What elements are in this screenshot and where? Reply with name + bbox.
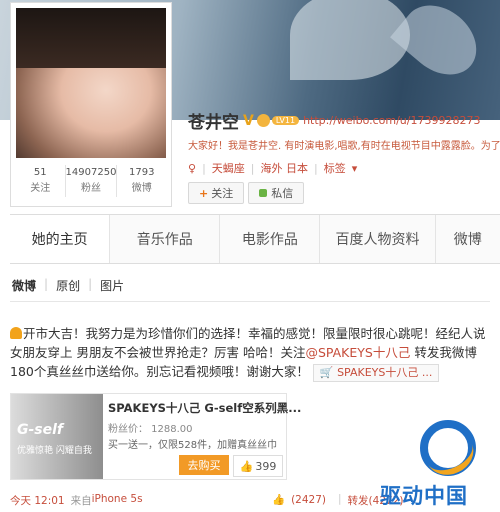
filter-pictures[interactable]: 图片 <box>100 277 124 294</box>
tab-movies[interactable]: 电影作品 <box>220 215 321 263</box>
product-image-title: G-self <box>17 422 64 438</box>
mention-link[interactable]: @SPAKEYS十八己 <box>305 345 410 360</box>
separator: | <box>202 161 206 175</box>
plus-icon: + <box>199 186 209 200</box>
tab-weibo[interactable]: 微博 <box>436 215 500 263</box>
post-time[interactable]: 今天 12:01 <box>10 493 65 508</box>
tab-baidu-profile[interactable]: 百度人物资料 <box>320 215 436 263</box>
product-card[interactable]: G-self 优雅惊艳 闪耀自我 SPAKEYS十八己 G-self空系列黑..… <box>10 393 301 480</box>
stat-label: 粉丝 <box>81 183 101 194</box>
cart-icon: 🛒 <box>319 366 338 379</box>
thumbs-up-icon: 👍 <box>239 459 254 473</box>
filter-original[interactable]: 原创 <box>56 277 80 294</box>
separator: | <box>88 277 93 291</box>
tab-home[interactable]: 她的主页 <box>10 215 111 263</box>
stat-fans[interactable]: 14907250 粉丝 <box>66 165 118 197</box>
product-title[interactable]: SPAKEYS十八己 G-self空系列黑... <box>108 400 301 416</box>
profile-tabs: 她的主页 音乐作品 电影作品 百度人物资料 微博 <box>10 214 500 264</box>
profile-actions: + 关注 私信 <box>188 182 308 204</box>
bell-icon <box>10 327 22 339</box>
profile-card: 51 关注 14907250 粉丝 1793 微博 <box>10 2 172 207</box>
separator: | <box>338 493 342 505</box>
stat-weibo[interactable]: 1793 微博 <box>117 165 166 197</box>
profile-name: 苍井空 <box>188 113 239 133</box>
post-like-button[interactable]: 👍 (2427) <box>272 493 332 508</box>
like-button[interactable]: 👍 399 <box>233 455 283 477</box>
tag-labels[interactable]: 标签 <box>324 160 346 176</box>
separator: | <box>314 161 318 175</box>
post-text: 开市大吉！我努力是为珍惜你们的选择！幸福的感觉！限量限时很心跳呢！经纪人说 女朋… <box>10 324 490 382</box>
product-link[interactable]: 🛒 SPAKEYS十八己 ... <box>312 364 440 382</box>
stat-value: 51 <box>33 167 47 178</box>
product-image-subtitle: 优雅惊艳 闪耀自我 <box>17 446 92 456</box>
female-icon: ♀ <box>188 161 197 175</box>
follow-button[interactable]: + 关注 <box>188 182 245 204</box>
stat-value: 14907250 <box>65 167 117 178</box>
source-prefix: 来自 <box>70 495 92 507</box>
separator: | <box>250 161 255 175</box>
feed-filter: 微博 | 原创 | 图片 <box>12 277 132 294</box>
profile-name-row: 苍井空 V LV11 http://weibo.com/u/1739928273 <box>188 108 480 134</box>
tag-zodiac[interactable]: 天蝎座 <box>212 160 245 176</box>
follow-label: 关注 <box>211 187 234 200</box>
medal-icon <box>256 114 270 127</box>
avatar[interactable] <box>16 8 166 158</box>
thumbs-up-icon: 👍 <box>272 494 286 506</box>
watermark-text: 驱动中国 <box>380 484 468 508</box>
stat-label: 关注 <box>30 183 51 194</box>
profile-bio: 大家好！我是苍井空. 有时演电影,唱歌,有时在电视节目中露露脸。为了 <box>188 141 500 152</box>
profile-url[interactable]: http://weibo.com/u/1739928273 <box>303 114 480 127</box>
profile-tags: ♀ | 天蝎座 | 海外 日本 | 标签 ▾ <box>188 160 363 176</box>
level-badge: LV11 <box>271 116 300 125</box>
post-source[interactable]: iPhone 5s <box>92 493 143 508</box>
message-icon <box>259 189 268 197</box>
verified-icon: V <box>243 112 254 129</box>
message-label: 私信 <box>271 187 294 200</box>
message-button[interactable]: 私信 <box>248 182 305 204</box>
cover-decoration <box>390 0 490 89</box>
stat-value: 1793 <box>129 167 155 178</box>
post-meta: 今天 12:01 来自 iPhone 5s <box>10 493 149 508</box>
like-count: 399 <box>255 459 277 473</box>
tab-music[interactable]: 音乐作品 <box>110 215 221 263</box>
product-image[interactable]: G-self 优雅惊艳 闪耀自我 <box>11 394 103 479</box>
stat-following[interactable]: 51 关注 <box>16 165 66 197</box>
stat-label: 微博 <box>131 183 152 194</box>
post-like-count: (2427) <box>291 494 326 506</box>
product-link-label: SPAKEYS十八己 ... <box>337 366 433 379</box>
tag-location[interactable]: 海外 日本 <box>261 160 309 176</box>
filter-weibo[interactable]: 微博 <box>12 277 36 294</box>
divider <box>10 301 490 302</box>
product-price: 粉丝价： 1288.00 <box>108 424 193 435</box>
cover-decoration <box>290 0 410 80</box>
buy-button[interactable]: 去购买 <box>179 455 229 475</box>
chevron-down-icon[interactable]: ▾ <box>352 162 358 175</box>
watermark-logo: 驱动中国 <box>380 420 500 512</box>
product-description: 买一送一，仅限528件，加赠真丝丝巾 <box>108 440 278 451</box>
profile-stats: 51 关注 14907250 粉丝 1793 微博 <box>16 165 166 197</box>
separator: | <box>44 277 49 291</box>
